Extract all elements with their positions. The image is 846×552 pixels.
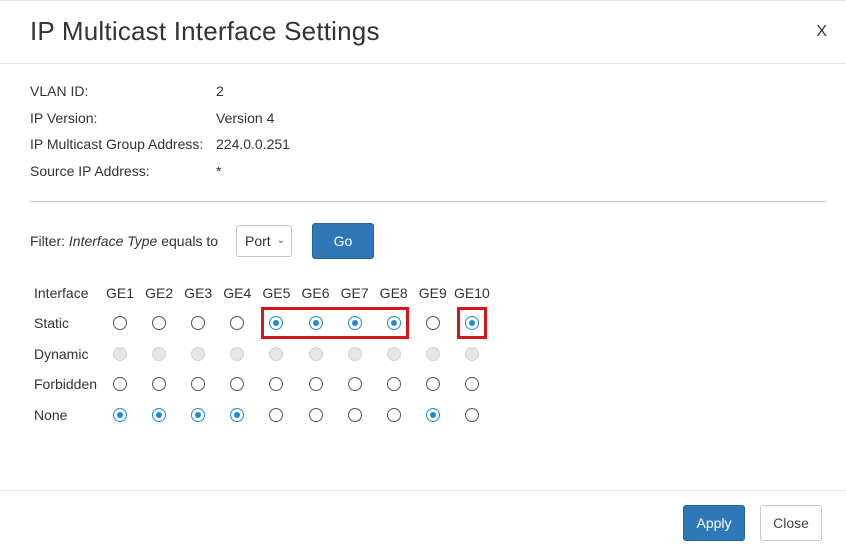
section-divider [30, 201, 826, 202]
radio-forbidden-ge10[interactable] [464, 377, 479, 391]
dialog-title: IP Multicast Interface Settings [30, 16, 380, 46]
radio-static-ge4[interactable] [230, 316, 245, 330]
radio-forbidden-ge9[interactable] [425, 377, 440, 391]
info-label: IP Multicast Group Address: [30, 136, 204, 152]
column-header-ge10: GE10 [453, 285, 490, 301]
apply-button[interactable]: Apply [683, 505, 745, 541]
info-value: 2 [216, 83, 224, 99]
radio-none-ge8[interactable] [386, 408, 401, 422]
radio-none-ge3[interactable] [191, 408, 206, 422]
dialog-header: IP Multicast Interface Settings X [0, 1, 846, 64]
radio-dynamic-ge6 [308, 347, 323, 361]
radio-forbidden-ge3[interactable] [191, 377, 206, 391]
highlight-box-2 [456, 307, 487, 339]
radio-none-ge2[interactable] [152, 408, 167, 422]
column-header-ge9: GE9 [418, 285, 447, 301]
info-label: IP Version: [30, 110, 98, 126]
radio-none-ge1[interactable] [113, 408, 127, 422]
column-header-ge3: GE3 [184, 285, 213, 301]
radio-dynamic-ge2 [152, 347, 167, 361]
radio-forbidden-ge6[interactable] [308, 377, 323, 391]
radio-dynamic-ge8 [386, 347, 401, 361]
radio-none-ge6[interactable] [308, 408, 323, 422]
radio-forbidden-ge4[interactable] [230, 377, 245, 391]
radio-none-ge4[interactable] [230, 408, 245, 422]
radio-none-ge7[interactable] [347, 408, 362, 422]
radio-dynamic-ge1 [113, 347, 127, 361]
select-value: Port [245, 233, 271, 249]
highlight-box-1 [261, 307, 409, 339]
interface-type-select[interactable]: Port ⌄ [236, 225, 292, 257]
column-header-ge1: GE1 [105, 285, 135, 301]
chevron-down-icon: ⌄ [276, 235, 285, 246]
radio-dynamic-ge5 [269, 347, 284, 361]
row-label-static: Static [34, 315, 70, 331]
filter-label: Filter: Interface Type equals to [30, 233, 218, 249]
radio-none-ge5[interactable] [269, 408, 284, 422]
radio-static-ge2[interactable] [152, 316, 167, 330]
radio-forbidden-ge5[interactable] [269, 377, 284, 391]
filter-field: Interface Type [68, 233, 158, 249]
go-button[interactable]: Go [312, 223, 374, 259]
radio-dynamic-ge4 [230, 347, 245, 361]
radio-none-ge9[interactable] [425, 408, 440, 422]
info-value: Version 4 [216, 110, 275, 126]
radio-forbidden-ge7[interactable] [347, 377, 362, 391]
column-header-ge2: GE2 [145, 285, 174, 301]
column-header-ge8: GE8 [379, 285, 408, 301]
filter-operator: equals to [161, 233, 219, 249]
column-header-ge7: GE7 [340, 285, 369, 301]
info-value: * [216, 163, 222, 179]
radio-forbidden-ge8[interactable] [386, 377, 401, 391]
info-label: Source IP Address: [30, 163, 150, 179]
column-header-ge5: GE5 [262, 285, 291, 301]
radio-dynamic-ge7 [347, 347, 362, 361]
footer-divider [0, 490, 846, 491]
radio-forbidden-ge1[interactable] [113, 377, 127, 391]
radio-none-ge10[interactable] [464, 408, 479, 422]
row-label-dynamic: Dynamic [34, 346, 89, 362]
radio-static-ge3[interactable] [191, 316, 206, 330]
table-corner-label: Interface [34, 285, 89, 301]
row-label-none: None [34, 407, 68, 423]
radio-dynamic-ge9 [425, 347, 440, 361]
close-button[interactable]: Close [760, 505, 822, 541]
radio-dynamic-ge3 [191, 347, 206, 361]
filter-prefix: Filter: [30, 233, 65, 249]
radio-static-ge9[interactable] [425, 316, 440, 330]
row-label-forbidden: Forbidden [34, 376, 98, 392]
info-label: VLAN ID: [30, 83, 89, 99]
radio-dynamic-ge10 [464, 347, 479, 361]
column-header-ge4: GE4 [223, 285, 252, 301]
radio-static-ge1[interactable] [113, 316, 127, 330]
column-header-ge6: GE6 [301, 285, 330, 301]
info-value: 224.0.0.251 [216, 136, 290, 152]
ip-multicast-interface-dialog: IP Multicast Interface Settings X VLAN I… [0, 0, 846, 552]
close-icon[interactable]: X [816, 23, 827, 41]
radio-forbidden-ge2[interactable] [152, 377, 167, 391]
